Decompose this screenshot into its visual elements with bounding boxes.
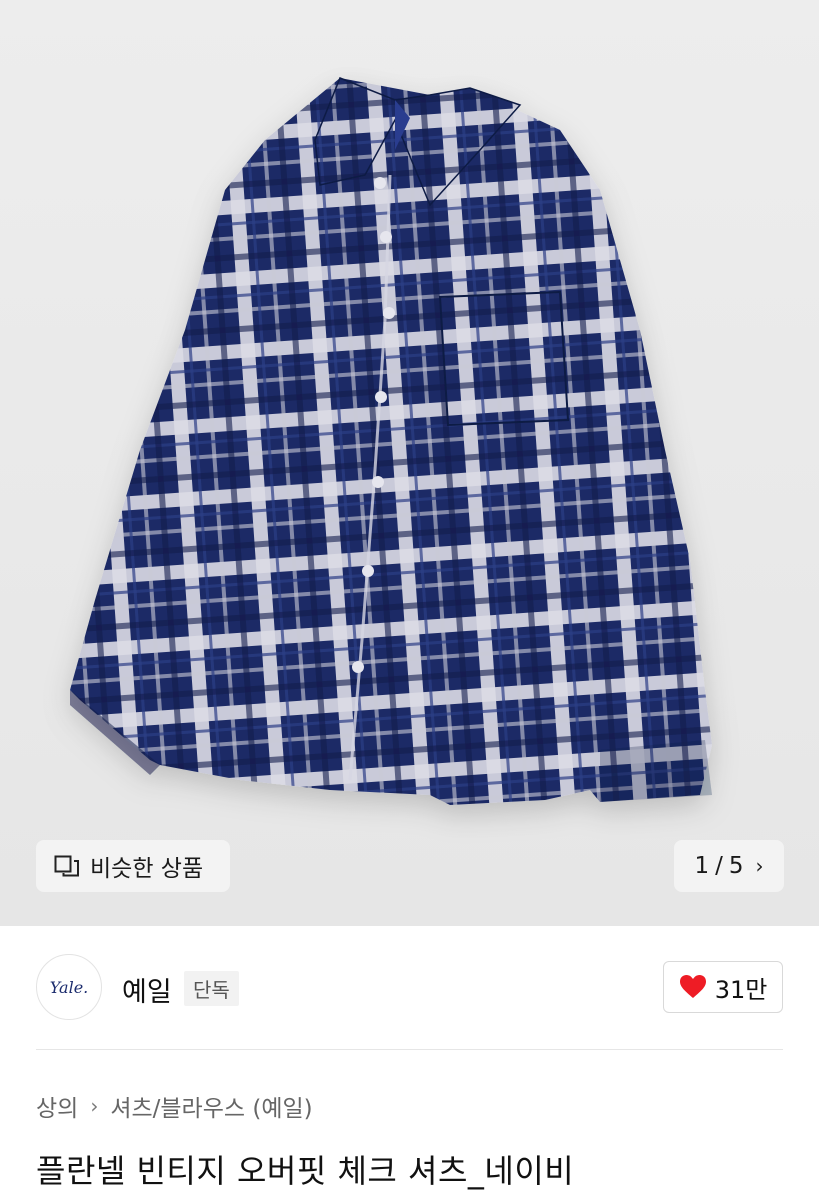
- exclusive-badge: 단독: [184, 971, 239, 1006]
- like-button[interactable]: 31만: [663, 961, 783, 1013]
- breadcrumb: 상의 › 셔츠/블라우스 (예일): [36, 1089, 313, 1123]
- brand-name[interactable]: 예일: [122, 970, 172, 1009]
- similar-products-label: 비슷한 상품: [90, 856, 204, 882]
- product-image-gallery[interactable]: 비슷한 상품 1 / 5 ›: [0, 0, 819, 926]
- brand-logo-text: Yale.: [49, 977, 89, 997]
- like-count: 31만: [714, 975, 768, 1004]
- current-page: 1: [694, 853, 710, 879]
- product-photo-shirt: [70, 77, 712, 805]
- image-pager-button[interactable]: 1 / 5 ›: [674, 840, 784, 892]
- similar-products-button[interactable]: 비슷한 상품: [36, 840, 230, 892]
- stacked-squares-icon: [54, 855, 79, 877]
- breadcrumb-category[interactable]: 상의: [36, 1089, 78, 1123]
- page-separator: /: [715, 853, 723, 879]
- brand-logo[interactable]: Yale.: [36, 954, 102, 1020]
- product-title: 플란넬 빈티지 오버핏 체크 셔츠_네이비: [36, 1152, 575, 1190]
- total-pages: 5: [728, 853, 744, 879]
- chevron-right-icon: ›: [755, 854, 764, 878]
- heart-icon: [679, 975, 706, 998]
- chevron-right-icon: ›: [90, 1094, 99, 1118]
- breadcrumb-subcategory[interactable]: 셔츠/블라우스 (예일): [110, 1089, 312, 1123]
- divider: [36, 1049, 783, 1050]
